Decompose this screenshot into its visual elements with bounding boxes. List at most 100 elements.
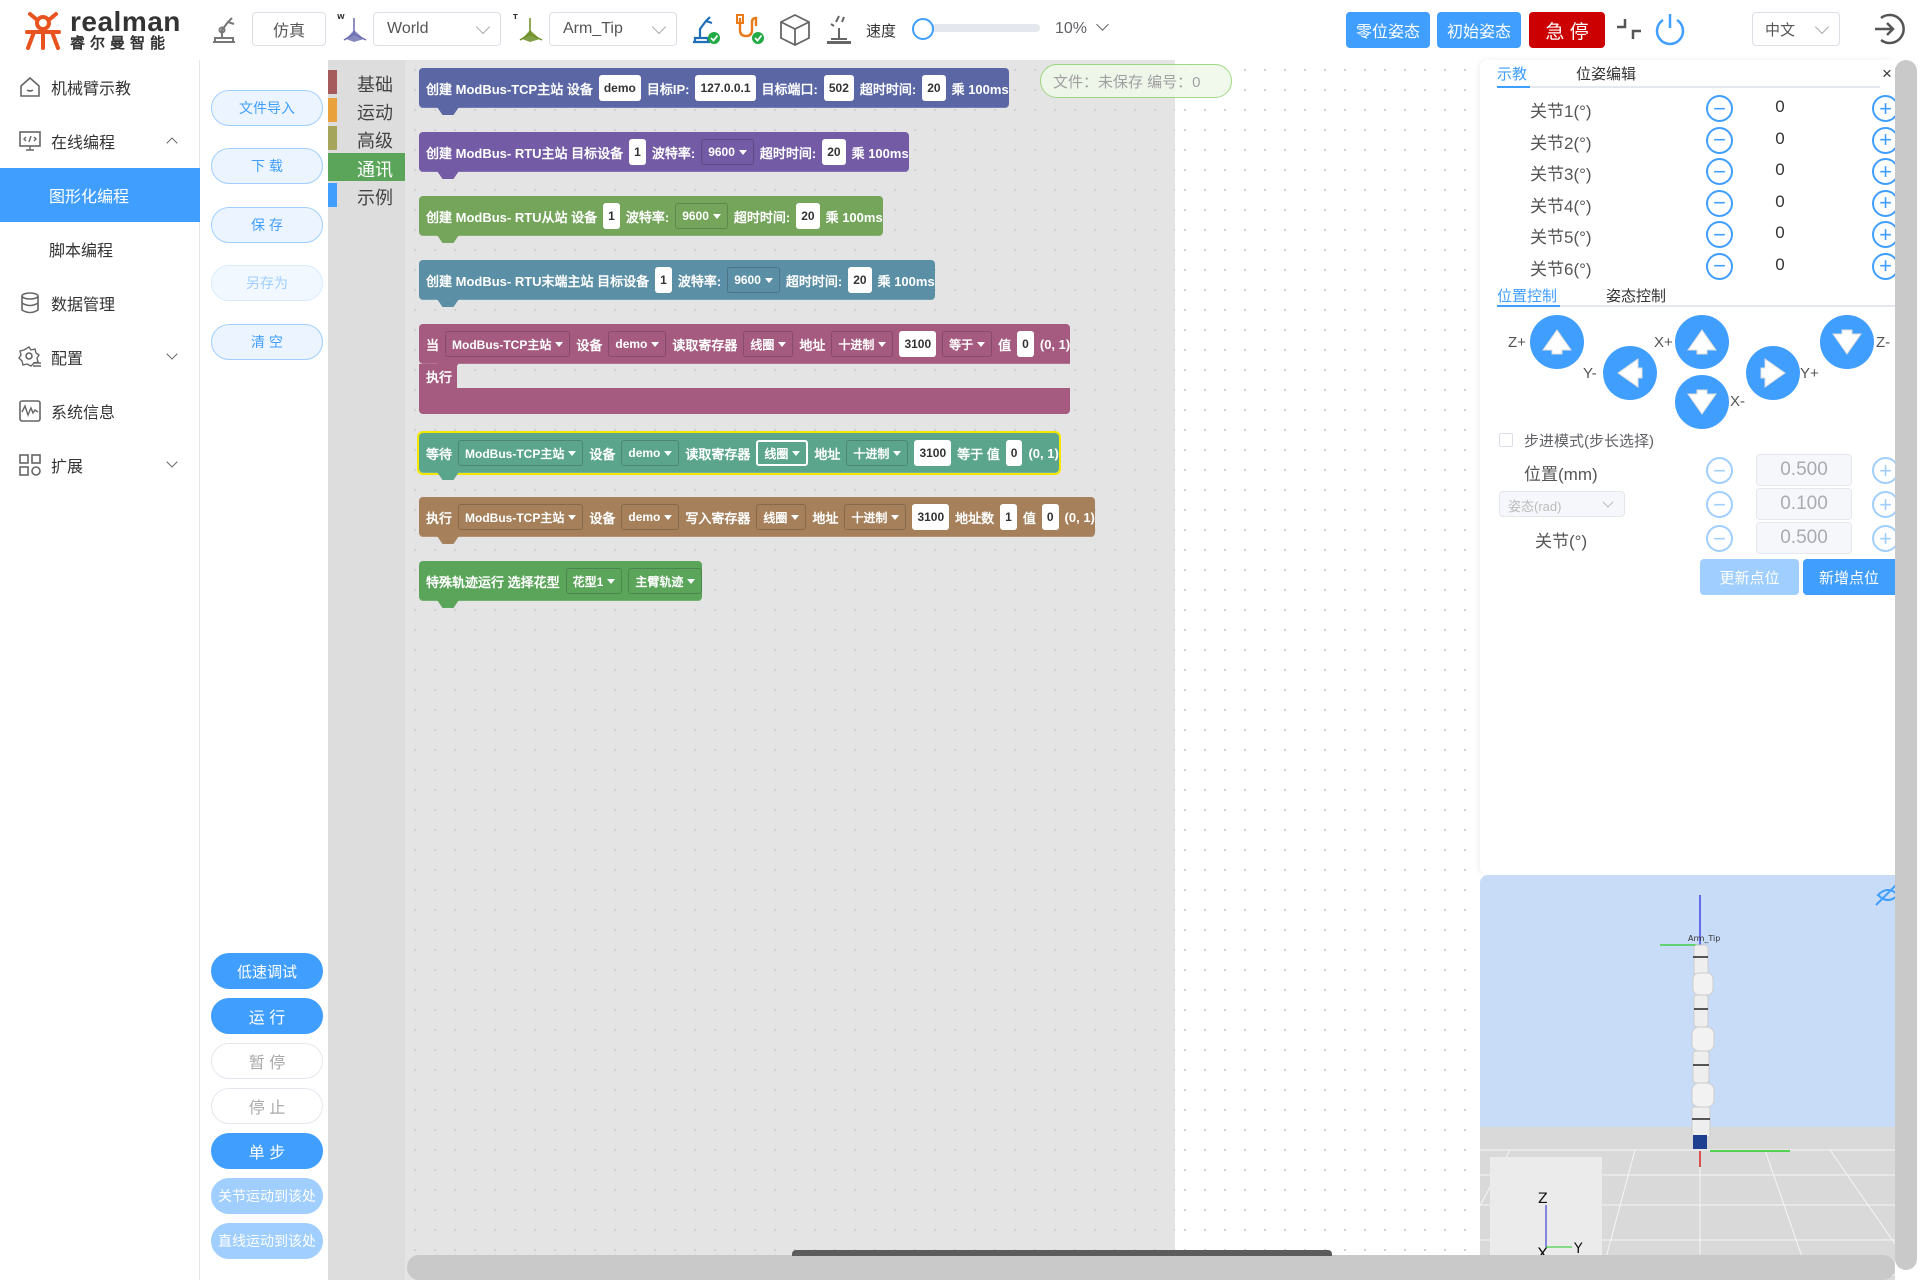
sidebar-item-online-programming[interactable]: 在线编程 <box>0 114 200 168</box>
y-minus-button[interactable] <box>1603 346 1657 400</box>
modbus-block[interactable]: 创建 ModBus-TCP主站 设备 demo 目标IP: 127.0.0.1 目标端口… <box>419 68 1009 115</box>
block-dropdown[interactable]: 等于 <box>942 331 993 357</box>
update-point-button[interactable]: 更新点位 <box>1700 559 1799 595</box>
sidebar-item-graphical-programming[interactable]: 图形化编程 <box>0 168 200 222</box>
block-input-field[interactable]: demo <box>598 75 641 101</box>
modbus-block[interactable]: 执行 ModBus-TCP主站 设备 demo 写入寄存器 线圈 地址 十进制 3100 地址数 1… <box>419 497 1095 544</box>
x-minus-button[interactable] <box>1675 375 1729 429</box>
position-step-input[interactable]: 0.500 <box>1756 454 1852 486</box>
joint-minus-button[interactable]: − <box>1706 158 1733 185</box>
block-input-field[interactable]: 0 <box>1017 331 1034 357</box>
tab-teach[interactable]: 示教 <box>1497 63 1527 84</box>
block-dropdown[interactable]: ModBus-TCP主站 <box>445 331 571 357</box>
z-minus-button[interactable] <box>1820 315 1874 369</box>
speed-dropdown-chevron-icon[interactable] <box>1096 18 1109 31</box>
joint-minus-button[interactable]: − <box>1706 126 1733 154</box>
block-input-field[interactable]: 0 <box>1041 504 1059 530</box>
reference-frame-select[interactable]: World <box>373 12 501 46</box>
block-input-field[interactable]: 3100 <box>914 440 952 466</box>
stop-button[interactable]: 停 止 <box>211 1088 323 1124</box>
modbus-block[interactable]: 特殊轨迹运行 选择花型 花型1 主臂轨迹 <box>419 561 703 608</box>
step-button[interactable]: 单 步 <box>211 1133 323 1169</box>
joint-step-minus-button[interactable]: − <box>1706 525 1733 552</box>
joint-move-here-button[interactable]: 关节运动到该处 <box>211 1178 323 1214</box>
block-input-field[interactable]: 1 <box>629 139 646 165</box>
block-dropdown[interactable]: 线圈 <box>756 440 809 466</box>
tab-orientation-control[interactable]: 姿态控制 <box>1606 285 1666 306</box>
tool-frame-select[interactable]: Arm_Tip <box>549 12 677 46</box>
block-input-field[interactable]: 20 <box>822 139 846 165</box>
modbus-block[interactable]: 创建 ModBus- RTU从站 设备 1 波特率: 9600 超时时间: 20 乘 100… <box>419 196 883 243</box>
category-item[interactable]: 示例 <box>328 181 405 209</box>
block-input-field[interactable]: 1 <box>655 267 672 293</box>
logout-icon[interactable] <box>1869 10 1907 48</box>
horizontal-scrollbar-thumb[interactable] <box>792 1250 1332 1256</box>
sidebar-item-system-info[interactable]: 系统信息 <box>0 384 200 438</box>
zero-pose-button[interactable]: 零位姿态 <box>1346 12 1430 48</box>
step-mode-checkbox[interactable] <box>1499 433 1513 447</box>
orientation-step-input[interactable]: 0.100 <box>1756 488 1852 520</box>
block-input-field[interactable]: 502 <box>823 75 854 101</box>
block-dropdown[interactable]: 主臂轨迹 <box>628 568 703 594</box>
x-plus-button[interactable] <box>1675 315 1729 369</box>
teach-pendant-icon[interactable] <box>822 12 856 48</box>
disconnect-icon[interactable] <box>1614 14 1644 44</box>
block-dropdown[interactable]: demo <box>621 504 680 530</box>
sidebar-item-config[interactable]: 配置 <box>0 330 200 384</box>
arm-connected-icon[interactable] <box>690 12 722 46</box>
sidebar-item-script-programming[interactable]: 脚本编程 <box>0 222 200 276</box>
tab-position-control[interactable]: 位置控制 <box>1497 285 1557 306</box>
speed-slider-thumb[interactable] <box>912 18 934 40</box>
power-icon[interactable] <box>1652 10 1688 48</box>
block-input-field[interactable]: 3100 <box>899 331 937 357</box>
simulation-mode-button[interactable]: 仿真 <box>252 12 326 46</box>
category-item[interactable]: 通讯 <box>328 153 405 181</box>
import-file-button[interactable]: 文件导入 <box>211 90 323 126</box>
robot-3d-view[interactable]: Arm_Tip Z Y X <box>1480 875 1895 1280</box>
vertical-scrollbar[interactable] <box>1895 60 1917 1270</box>
robot-arm-icon[interactable] <box>210 14 238 46</box>
3d-model-icon[interactable] <box>778 12 812 48</box>
low-speed-debug-button[interactable]: 低速调试 <box>211 953 323 989</box>
sidebar-item-data-management[interactable]: 数据管理 <box>0 276 200 330</box>
close-icon[interactable]: × <box>1882 64 1892 84</box>
orientation-step-minus-button[interactable]: − <box>1706 491 1733 518</box>
category-item[interactable]: 高级 <box>328 124 405 152</box>
block-dropdown[interactable]: 9600 <box>727 267 780 293</box>
position-step-minus-button[interactable]: − <box>1706 457 1733 484</box>
modbus-block[interactable]: 等待 ModBus-TCP主站 设备 demo 读取寄存器 线圈 地址 十进制 3100 等于 值… <box>417 431 1061 480</box>
blockly-workspace[interactable] <box>1175 60 1480 1280</box>
linear-move-here-button[interactable]: 直线运动到该处 <box>211 1223 323 1259</box>
y-plus-button[interactable] <box>1746 346 1800 400</box>
joint-minus-button[interactable]: − <box>1706 189 1733 217</box>
language-select[interactable]: 中文 <box>1752 12 1840 46</box>
save-as-button[interactable]: 另存为 <box>211 265 323 301</box>
block-dropdown[interactable]: 9600 <box>675 203 728 229</box>
save-button[interactable]: 保 存 <box>211 207 323 243</box>
category-item[interactable]: 基础 <box>328 68 405 96</box>
sidebar-item-extensions[interactable]: 扩展 <box>0 438 200 492</box>
emergency-stop-button[interactable]: 急 停 <box>1529 12 1605 48</box>
block-dropdown[interactable]: 线圈 <box>756 504 807 530</box>
run-button[interactable]: 运 行 <box>211 998 323 1034</box>
block-dropdown[interactable]: 十进制 <box>831 331 894 357</box>
orientation-unit-select[interactable]: 姿态(rad) <box>1499 491 1625 517</box>
download-button[interactable]: 下 载 <box>211 148 323 184</box>
block-dropdown[interactable]: 花型1 <box>565 568 623 594</box>
block-input-field[interactable]: 0 <box>1005 440 1023 466</box>
add-point-button[interactable]: 新增点位 <box>1803 559 1895 595</box>
joint-minus-button[interactable]: − <box>1706 95 1733 122</box>
category-item[interactable]: 运动 <box>328 96 405 124</box>
tab-pose-edit[interactable]: 位姿编辑 <box>1576 63 1636 84</box>
block-dropdown[interactable]: 9600 <box>701 139 754 165</box>
block-input-field[interactable]: 3100 <box>912 504 950 530</box>
block-dropdown[interactable]: 十进制 <box>844 504 907 530</box>
block-dropdown[interactable]: 十进制 <box>846 440 909 466</box>
block-dropdown[interactable]: demo <box>608 331 667 357</box>
modbus-block[interactable]: 当 ModBus-TCP主站 设备 demo 读取寄存器 线圈 地址 十进制 3100 等于 值 0 (… <box>419 324 1071 371</box>
sidebar-item-arm-teach[interactable]: 机械臂示教 <box>0 60 200 114</box>
block-input-field[interactable]: 1 <box>603 203 620 229</box>
block-dropdown[interactable]: ModBus-TCP主站 <box>458 440 584 466</box>
block-dropdown[interactable]: 线圈 <box>743 331 794 357</box>
joint-minus-button[interactable]: − <box>1706 252 1733 280</box>
